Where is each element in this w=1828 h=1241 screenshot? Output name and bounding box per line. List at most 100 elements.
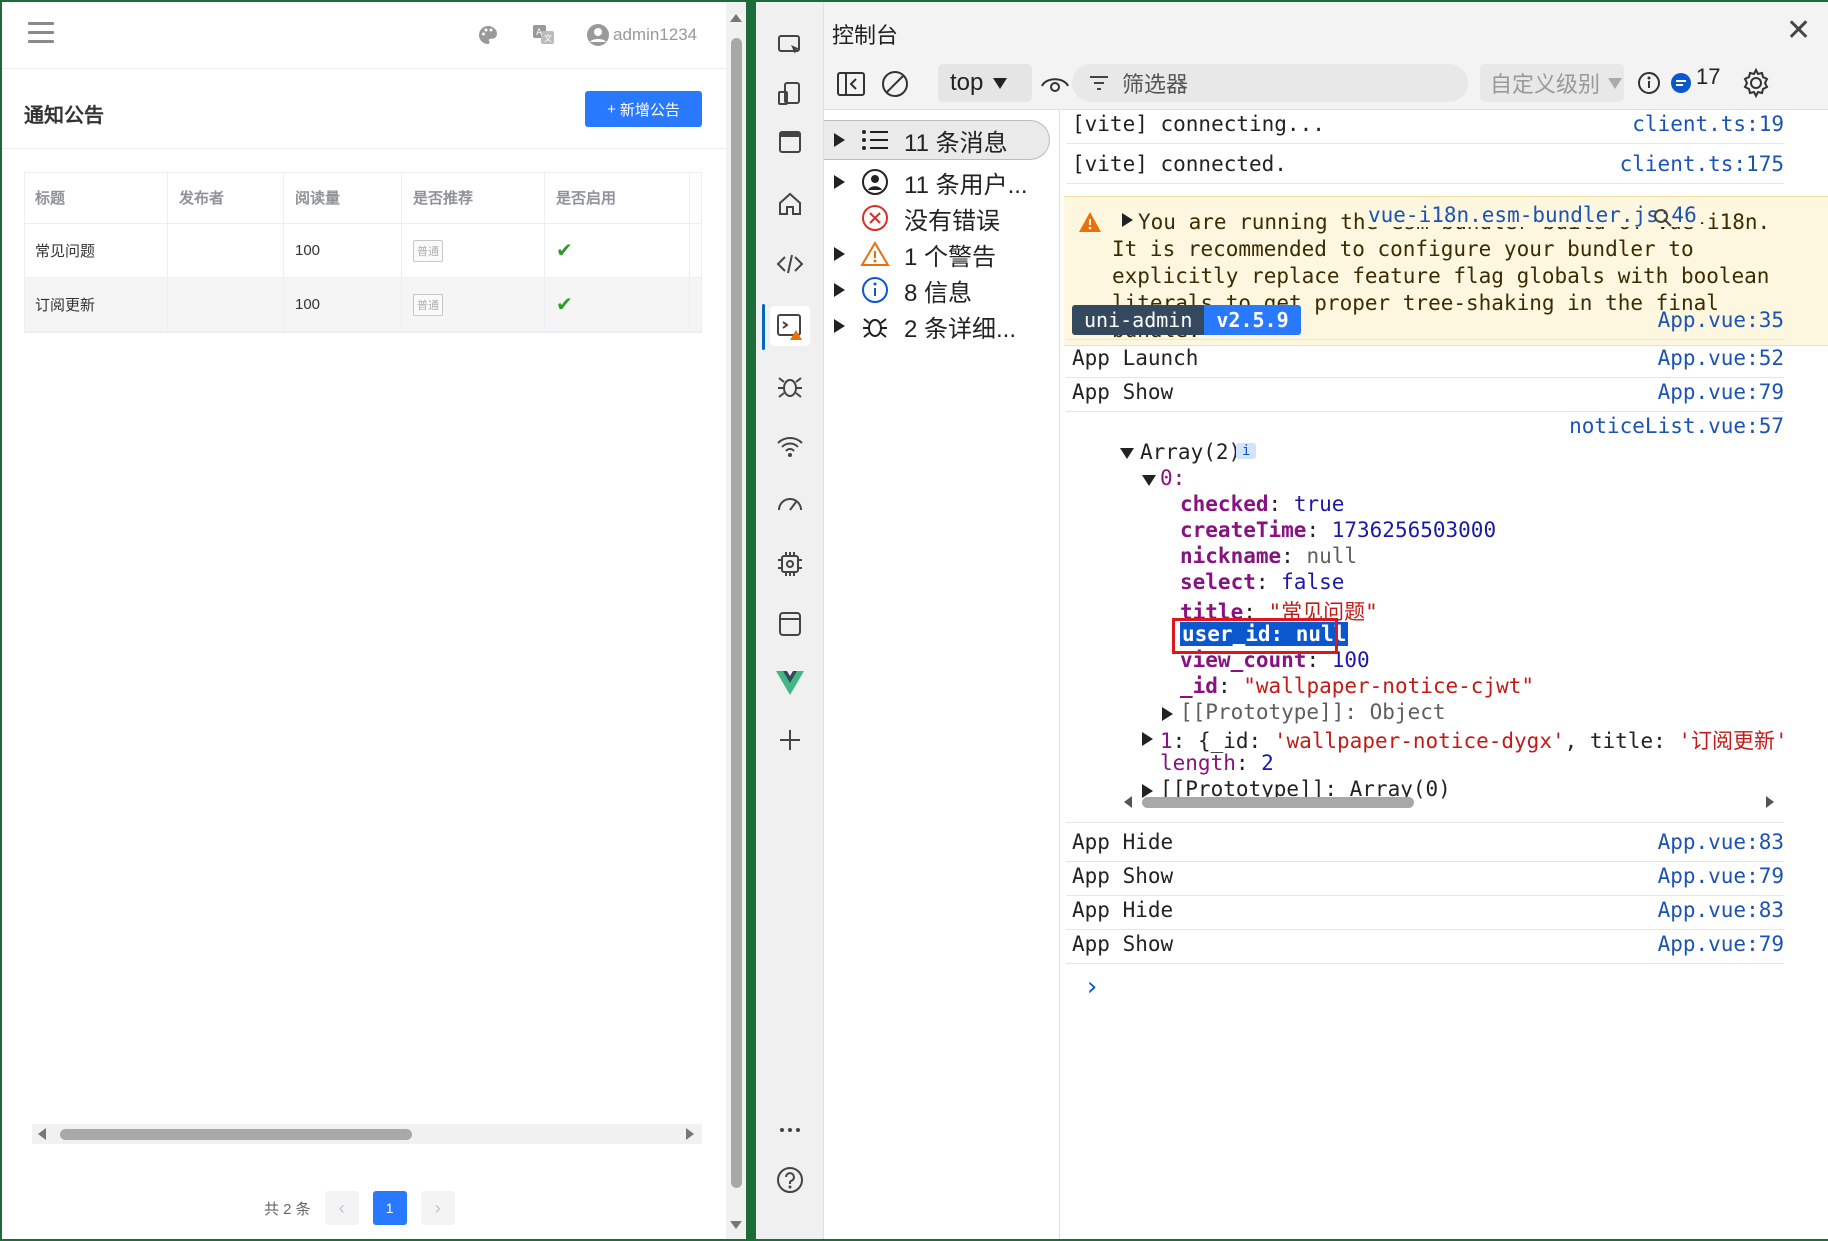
array-label[interactable]: Array(2) <box>1140 440 1241 464</box>
elements-code-icon[interactable] <box>770 244 810 284</box>
console-sidebar: 11 条消息 11 条用户... 没有错误 1 个警告 8 信息 2 条详细..… <box>824 110 1060 1239</box>
next-page-button[interactable]: › <box>420 1191 455 1225</box>
scrollbar-thumb[interactable] <box>731 38 742 1188</box>
expand-arrow-icon[interactable] <box>833 283 845 297</box>
console-message: [vite] connecting... client.ts:19 <box>1066 104 1784 144</box>
expand-arrow-icon[interactable] <box>1142 732 1153 746</box>
prototype-object[interactable]: [[Prototype]]: Object <box>1180 700 1446 724</box>
page-vertical-scrollbar[interactable] <box>726 2 746 1239</box>
collapse-arrow-icon[interactable] <box>1142 475 1156 486</box>
clear-console-icon[interactable] <box>880 69 910 99</box>
devtools-title-bar: 控制台 ✕ <box>824 2 1828 58</box>
source-link[interactable]: App.vue:79 <box>1658 380 1784 404</box>
table-row[interactable]: 订阅更新 100 普通 ✔ 1 <box>24 278 702 332</box>
source-link[interactable]: client.ts:19 <box>1632 112 1784 136</box>
live-expression-eye-icon[interactable] <box>1040 70 1070 98</box>
context-select[interactable]: top <box>938 64 1032 102</box>
source-link[interactable]: client.ts:175 <box>1620 152 1784 176</box>
top-bar: A文 admin1234 <box>2 2 726 69</box>
issues-message-icon[interactable] <box>1670 72 1692 94</box>
settings-gear-icon[interactable] <box>1740 67 1772 99</box>
col-publisher: 发布者 <box>168 172 284 223</box>
device-emulation-icon[interactable] <box>770 74 810 114</box>
scrollbar-thumb[interactable] <box>60 1129 412 1140</box>
expand-arrow-icon[interactable] <box>833 319 845 333</box>
more-tools-icon[interactable] <box>770 1110 810 1150</box>
sidebar-item-warnings[interactable]: 1 个警告 <box>824 234 1050 274</box>
help-icon[interactable] <box>770 1160 810 1200</box>
sidebar-item-verbose[interactable]: 2 条详细... <box>824 306 1050 346</box>
page-button-1[interactable]: 1 <box>372 1191 407 1225</box>
expand-arrow-icon[interactable] <box>833 247 845 261</box>
console-prompt-chevron-icon[interactable]: › <box>1084 972 1100 1002</box>
recommend-tag: 普通 <box>413 239 443 262</box>
source-link[interactable]: noticeList.vue:57 <box>1062 414 1784 438</box>
sidebar-item-user-messages[interactable]: 11 条用户... <box>824 162 1050 202</box>
inspector-horizontal-scrollbar[interactable] <box>1120 792 1780 812</box>
console-icon[interactable] <box>770 306 810 346</box>
prop-createTime: createTime: 1736256503000 <box>1180 518 1497 542</box>
message-text: App Show <box>1072 379 1174 404</box>
source-link[interactable]: App.vue:52 <box>1658 346 1784 370</box>
prev-page-button[interactable]: ‹ <box>324 1191 359 1225</box>
scroll-left-arrow-icon[interactable] <box>1124 796 1132 808</box>
cell-enabled: ✔ <box>545 224 690 277</box>
source-link[interactable]: App.vue:79 <box>1658 932 1784 956</box>
scrollbar-thumb[interactable] <box>1142 797 1414 808</box>
vue-devtools-icon[interactable] <box>770 662 810 702</box>
performance-gauge-icon[interactable] <box>770 484 810 524</box>
cell-views: 100 <box>284 224 402 277</box>
palette-icon[interactable] <box>476 23 500 47</box>
source-link[interactable]: App.vue:83 <box>1658 830 1784 854</box>
application-window-icon[interactable] <box>770 604 810 644</box>
scroll-up-arrow-icon[interactable] <box>730 14 742 22</box>
warning-source-link[interactable]: vue-i18n.esm-bundler.js:46 <box>1364 203 1701 227</box>
scroll-left-arrow-icon[interactable] <box>38 1128 46 1140</box>
network-wifi-icon[interactable] <box>770 426 810 466</box>
cell-publisher <box>168 278 284 331</box>
scroll-down-arrow-icon[interactable] <box>730 1221 742 1229</box>
table-horizontal-scrollbar[interactable] <box>32 1124 702 1144</box>
welcome-home-icon[interactable] <box>770 184 810 224</box>
search-icon[interactable] <box>1652 207 1674 229</box>
console-message: [vite] connected. client.ts:175 <box>1066 144 1784 184</box>
table-row[interactable]: 常见问题 100 普通 ✔ 1 <box>24 224 702 278</box>
debugger-bug-icon[interactable] <box>770 366 810 406</box>
expand-arrow-icon[interactable] <box>833 175 845 189</box>
collapse-arrow-icon[interactable] <box>1120 448 1134 459</box>
toggle-sidebar-icon[interactable] <box>836 70 866 98</box>
col-enabled: 是否启用 <box>545 172 690 223</box>
translate-icon[interactable]: A文 <box>533 25 555 45</box>
hamburger-menu-icon[interactable] <box>28 22 54 46</box>
add-tool-plus-icon[interactable] <box>770 720 810 760</box>
issues-count[interactable]: 17 <box>1696 64 1720 90</box>
log-level-select[interactable]: 自定义级别 <box>1480 64 1624 102</box>
sidebar-item-errors[interactable]: 没有错误 <box>824 198 1050 238</box>
close-devtools-icon[interactable]: ✕ <box>1786 16 1811 46</box>
window-icon[interactable] <box>770 122 810 162</box>
source-link[interactable]: App.vue:79 <box>1658 864 1784 888</box>
info-icon[interactable] <box>1636 70 1662 96</box>
expand-arrow-icon[interactable] <box>833 133 845 147</box>
inspect-element-icon[interactable] <box>770 26 810 66</box>
sidebar-item-messages[interactable]: 11 条消息 <box>824 120 1050 160</box>
total-count: 共 2 条 <box>264 1200 311 1218</box>
add-notice-button[interactable]: + 新增公告 <box>585 91 702 127</box>
scroll-right-arrow-icon[interactable] <box>686 1128 694 1140</box>
log-level-value: 自定义级别 <box>1490 72 1601 97</box>
memory-chip-icon[interactable] <box>770 544 810 584</box>
username: admin1234 <box>613 25 698 44</box>
sidebar-item-label: 2 条详细... <box>904 315 1017 343</box>
check-icon: ✔ <box>556 294 573 316</box>
expand-arrow-icon[interactable] <box>1162 707 1173 721</box>
source-link[interactable]: App.vue:35 <box>1658 308 1784 332</box>
console-filter-input[interactable]: 筛选器 <box>1072 64 1468 102</box>
info-badge-icon[interactable]: i <box>1236 443 1257 459</box>
source-link[interactable]: App.vue:83 <box>1658 898 1784 922</box>
scroll-right-arrow-icon[interactable] <box>1766 796 1774 808</box>
warning-icon <box>1079 212 1101 232</box>
sidebar-item-info[interactable]: 8 信息 <box>824 270 1050 310</box>
sidebar-item-label: 没有错误 <box>904 207 1000 235</box>
user-menu[interactable]: admin1234 <box>587 22 697 48</box>
cell-recommend: 普通 <box>402 278 545 331</box>
